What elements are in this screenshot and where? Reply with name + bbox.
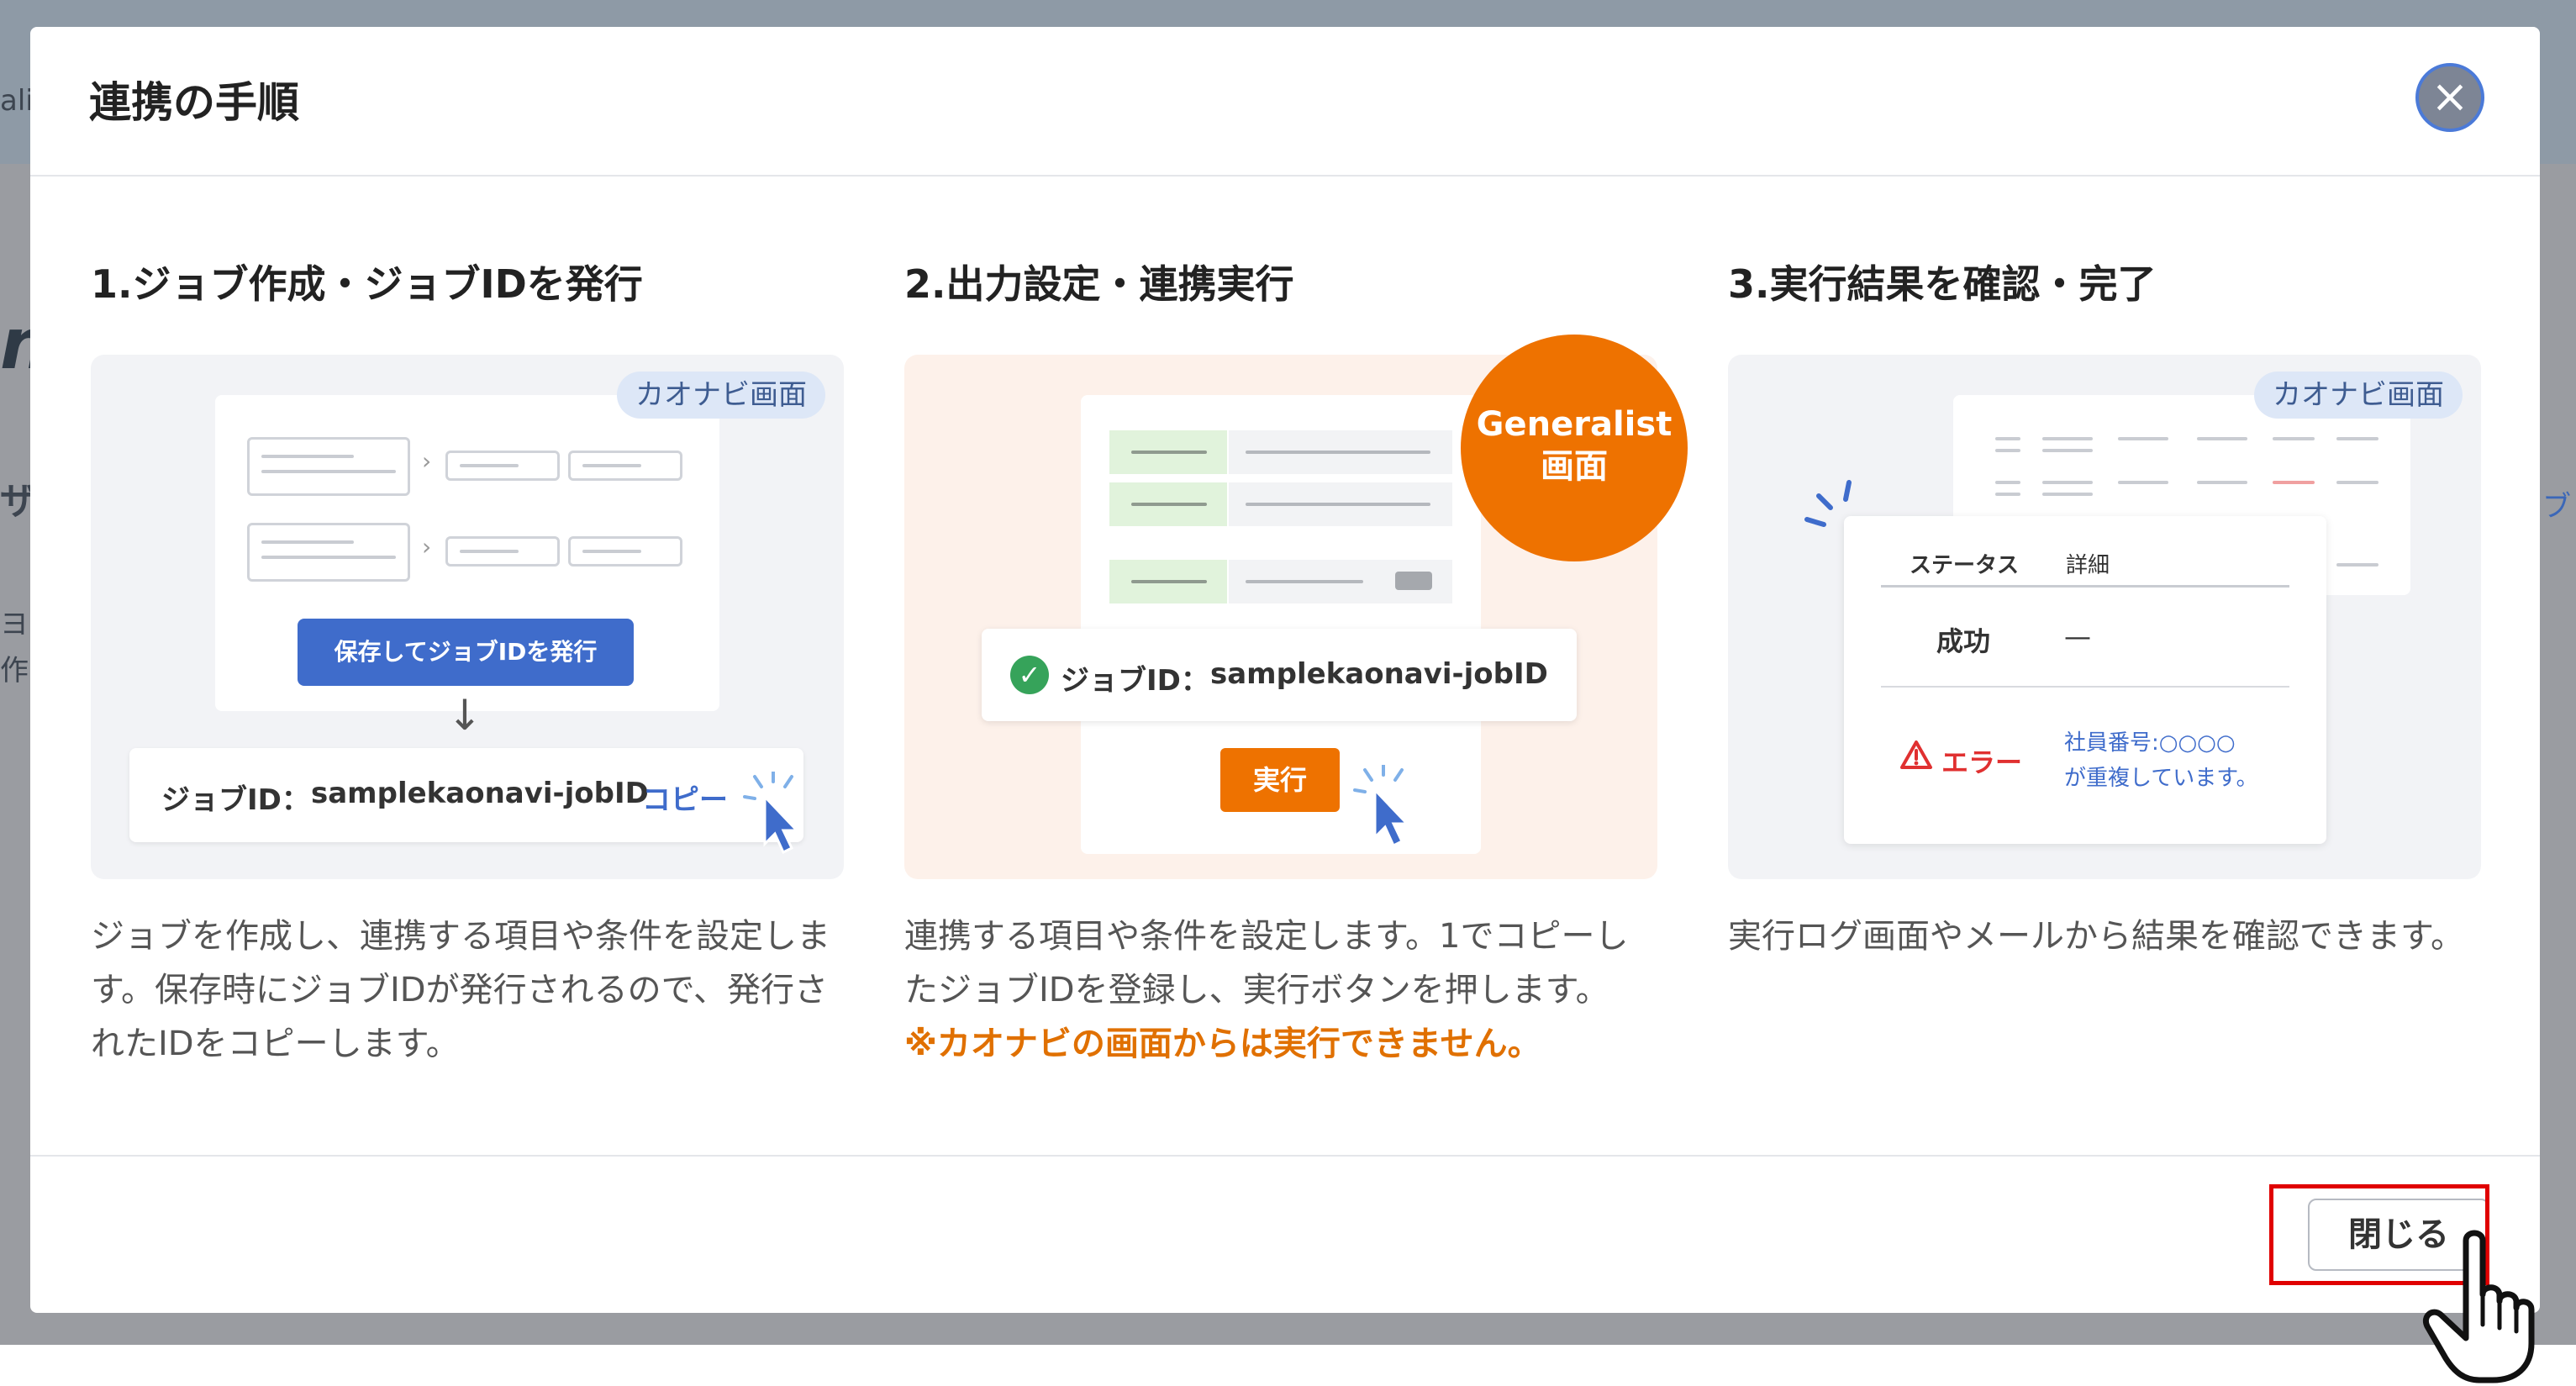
select-box [568, 536, 682, 567]
step-1-description: ジョブを作成し、連携する項目や条件を設定します。保存時にジョブIDが発行されるの… [91, 917, 830, 1063]
job-id-value: samplekaonavi-jobID [1210, 657, 1548, 691]
check-icon: ✓ [1010, 656, 1049, 694]
select-box [445, 536, 560, 567]
step-title: 1.ジョブ作成・ジョブIDを発行 [91, 261, 643, 307]
form-card: › › 保存してジョブIDを発行 [215, 395, 719, 711]
integration-steps-modal: 連携の手順 × 1.ジョブ作成・ジョブIDを発行 › › 保存してジョブIDを発… [30, 27, 2540, 1313]
background-text: ヨ [0, 608, 29, 641]
step-title: 3.実行結果を確認・完了 [1728, 261, 2157, 307]
job-id-label: ジョブID： [1061, 664, 1209, 698]
step-1-title: 1.ジョブ作成・ジョブIDを発行 [91, 254, 847, 309]
step-3-title: 3.実行結果を確認・完了 [1728, 254, 2484, 309]
modal-footer [30, 1155, 2540, 1313]
background-link: ブ [2542, 490, 2571, 524]
step-2-description-text: 連携する項目や条件を設定します。1でコピーしたジョブIDを登録し、実行ボタンを押… [904, 917, 1629, 1009]
badge-line-1: Generalist [1476, 405, 1673, 444]
generalist-screen-badge: Generalist 画面 [1461, 335, 1688, 561]
job-id-value: samplekaonavi-jobID [311, 777, 649, 810]
select-box [568, 451, 682, 481]
warning-icon [1900, 740, 1932, 769]
pointer-hand-icon [2423, 1230, 2535, 1383]
execute-button: 実行 [1220, 748, 1340, 812]
cursor-arrow-icon [743, 772, 800, 855]
job-id-card: ジョブID： samplekaonavi-jobID コピー [129, 748, 803, 842]
step-title: 2.出力設定・連携実行 [904, 261, 1294, 307]
badge-line-2: 画面 [1541, 447, 1608, 486]
status-error: エラー [1941, 746, 2023, 778]
chevron-right-icon: › [422, 447, 432, 475]
job-id-card: ✓ ジョブID： samplekaonavi-jobID [982, 629, 1577, 721]
step-3-description: 実行ログ画面やメールから結果を確認できます。 [1728, 917, 2464, 956]
modal-title: 連携の手順 [89, 78, 299, 127]
result-table-card: ステータス 詳細 成功 — エラー 社員番号:○○○○ が重複しています。 [1844, 516, 2326, 844]
kaonavi-screen-tag: カオナビ画面 [617, 372, 825, 419]
field-box [247, 437, 410, 496]
arrow-down-icon: ↓ [447, 691, 482, 740]
step-2-description: 連携する項目や条件を設定します。1でコピーしたジョブIDを登録し、実行ボタンを押… [904, 909, 1661, 1071]
column-status: ステータス [1910, 553, 2020, 578]
error-message-line-1: 社員番号:○○○○ [2064, 730, 2236, 756]
cursor-arrow-icon [1353, 765, 1410, 848]
chevron-right-icon: › [422, 533, 432, 561]
success-detail: — [2064, 620, 2091, 652]
copy-link: コピー [642, 783, 728, 817]
select-box [445, 451, 560, 481]
modal-header: 連携の手順 × [30, 27, 2540, 177]
status-success: 成功 [1936, 625, 1991, 657]
column-detail: 詳細 [2066, 553, 2110, 578]
background-text: 作 [0, 654, 29, 688]
step-2-title: 2.出力設定・連携実行 [904, 254, 1661, 309]
save-and-issue-button: 保存してジョブIDを発行 [298, 619, 634, 686]
step-3-illustration: カオナビ画面 ステータス 詳細 成功 — エラー 社員番号:○○○○ が重複して… [1728, 355, 2481, 879]
close-icon[interactable]: × [2415, 63, 2484, 132]
step-1-illustration: › › 保存してジョブIDを発行 カオナビ画面 ↓ ジョブID： samplek… [91, 355, 844, 879]
page-bottom [0, 1345, 2576, 1386]
job-id-label: ジョブID： [161, 783, 310, 817]
step-2-warning: ※カオナビの画面からは実行できません。 [904, 1025, 1541, 1063]
kaonavi-screen-tag: カオナビ画面 [2254, 372, 2463, 419]
error-message-line-2: が重複しています。 [2064, 766, 2258, 791]
field-box [247, 523, 410, 582]
